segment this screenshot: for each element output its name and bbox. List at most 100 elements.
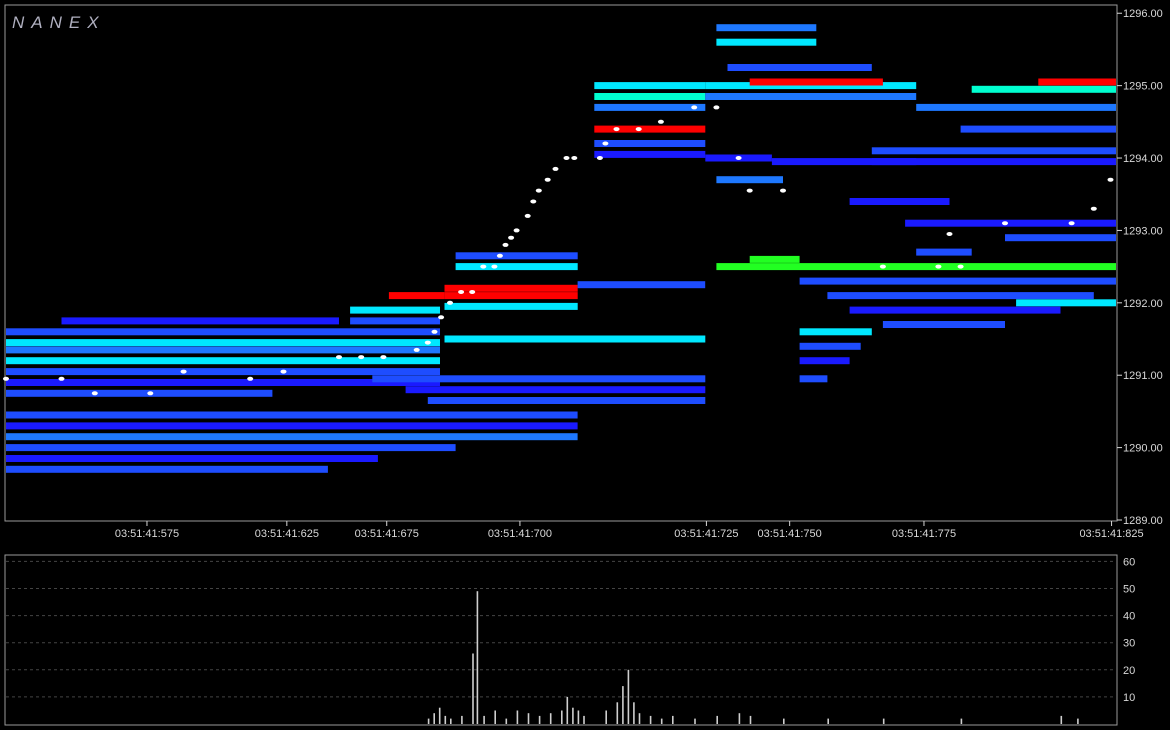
volume-bar [476,591,479,724]
volume-tick-label: 50 [1123,584,1135,596]
quote-band [6,357,440,365]
trade-marker [1002,221,1008,226]
price-tick-label: 1292.00 [1123,298,1163,310]
quote-band [799,375,828,383]
quote-band [6,411,578,419]
trade-marker [491,264,498,269]
quote-band [350,306,440,314]
quote-band [594,125,706,133]
trade-marker [563,156,570,160]
trade-marker [635,127,642,132]
trade-marker [458,290,465,294]
quote-band [716,38,817,46]
price-tick-label: 1296.00 [1123,8,1163,20]
volume-bar [577,710,580,724]
quote-band [871,158,1116,166]
quote-band [6,389,273,397]
time-tick-label: 03:51:41:625 [255,528,319,540]
quote-band [1016,299,1116,307]
volume-bar [444,715,447,724]
quote-band [799,277,1116,285]
quote-band [916,103,1116,111]
quote-band [444,335,706,343]
quote-band [1005,234,1116,242]
volume-tick-label: 30 [1123,638,1135,650]
quote-band [749,255,800,263]
quote-band [6,433,578,441]
quote-band [849,306,1061,314]
time-tick-label: 03:51:41:700 [488,528,552,540]
quote-band [6,346,440,354]
volume-bar [427,718,430,724]
quote-band [6,444,456,452]
quote-band [61,317,339,325]
quote-band [6,455,378,462]
volume-bar [566,696,569,724]
trade-marker [469,290,476,294]
time-tick-label: 03:51:41:775 [892,528,956,540]
trade-marker [247,376,254,381]
volume-bar [450,718,452,724]
volume-tick-label: 10 [1123,692,1135,704]
volume-bar [660,718,663,724]
quote-band [705,93,917,100]
brand-logo: NANEX [12,13,106,32]
time-tick-label: 03:51:41:725 [674,528,738,540]
quote-band [827,292,1094,300]
volume-bar [672,715,674,724]
volume-bar [638,713,641,724]
trade-marker [147,391,154,396]
quote-band [716,263,1116,271]
trade-marker [879,264,886,269]
trade-marker [502,242,509,247]
time-tick-label: 03:51:41:825 [1079,528,1143,540]
quote-band [594,93,706,100]
trade-marker [1107,177,1114,182]
quote-band [594,150,706,158]
quote-band [799,342,861,350]
quote-band [455,252,578,260]
time-tick-label: 03:51:41:675 [355,528,419,540]
volume-bar [649,715,652,724]
quote-band [6,328,440,336]
quote-band [388,292,445,300]
trade-marker [602,141,609,146]
quote-band [444,292,578,300]
quote-band [6,368,440,376]
volume-bar [605,710,607,724]
trade-marker [596,156,603,160]
volume-bar [483,715,485,724]
volume-bar [738,713,741,724]
volume-bar [538,715,541,724]
trade-marker [571,156,578,160]
quote-band [455,263,578,271]
volume-tick-label: 60 [1123,556,1135,568]
volume-bar [572,707,574,724]
trade-marker [713,105,720,110]
volume-bar [627,669,630,724]
quote-band [594,103,706,111]
volume-bar [494,710,496,724]
quote-band [905,219,1116,227]
trade-marker [380,355,387,360]
quote-band [6,339,440,347]
quote-band [350,317,440,325]
volume-bar [527,713,530,724]
price-panel-frame [4,4,1118,522]
quote-band [444,284,578,292]
trade-marker [508,235,515,240]
trade-marker [735,156,742,160]
quote-band [882,321,1005,328]
price-tick-label: 1290.00 [1123,443,1163,455]
volume-panel-frame [4,554,1118,726]
nanex-chart: 1296.00 1295.00 1294.00 1293.00 1292.00 1291.… [0,0,1170,730]
volume-tick-label: 20 [1123,665,1135,677]
trade-marker [1068,221,1075,226]
volume-bar [616,702,619,724]
trade-marker [91,391,98,396]
volume-bar [749,715,752,724]
price-tick-label: 1291.00 [1123,370,1163,382]
time-tick-label: 03:51:41:750 [758,528,822,540]
volume-bar [1060,715,1063,724]
volume-bar [882,718,885,724]
